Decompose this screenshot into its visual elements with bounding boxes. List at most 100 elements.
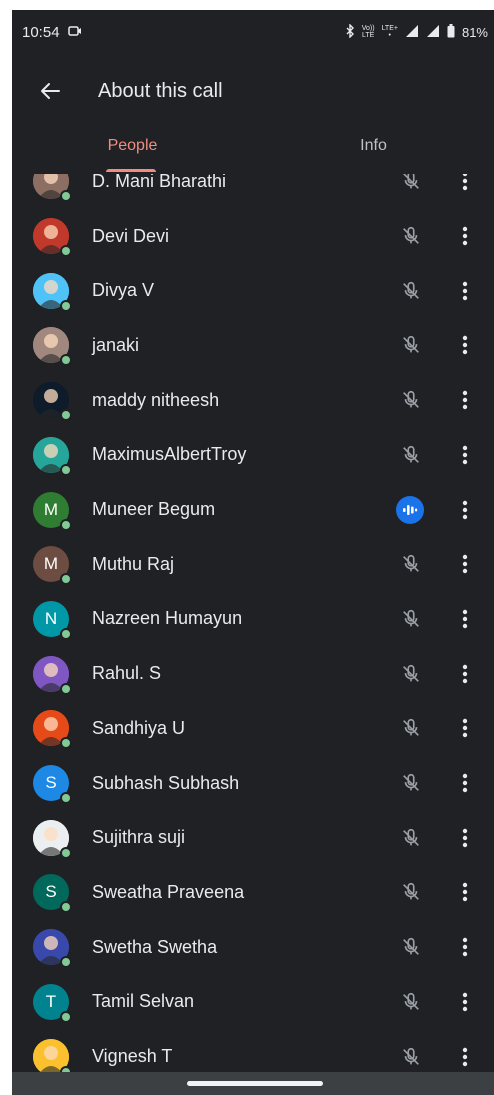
participant-name: Tamil Selvan bbox=[92, 991, 195, 1012]
participant-name: janaki bbox=[92, 334, 140, 355]
presence-dot bbox=[60, 299, 72, 312]
participant-row[interactable]: M Muneer Begum bbox=[12, 482, 494, 537]
more-options-icon[interactable] bbox=[452, 551, 478, 577]
phone-screen: 10:54 Vo)) LTE LTE+ • 81% About this cal… bbox=[12, 10, 494, 1095]
more-options-icon[interactable] bbox=[452, 497, 478, 523]
mic-off-icon bbox=[398, 715, 424, 741]
participant-row[interactable]: S Subhash Subhash bbox=[12, 756, 494, 811]
home-gesture-handle[interactable] bbox=[187, 1081, 323, 1086]
battery-percent: 81% bbox=[461, 24, 488, 40]
avatar-container: M bbox=[33, 491, 72, 531]
avatar-container: N bbox=[33, 600, 72, 640]
volte-top-label: Vo)) bbox=[361, 25, 375, 32]
participant-row[interactable]: D. Mani Bharathi bbox=[12, 174, 494, 209]
more-options-icon[interactable] bbox=[452, 606, 478, 632]
participant-row[interactable]: N Nazreen Humayun bbox=[12, 592, 494, 647]
participant-list[interactable]: D. Mani Bharathi Devi Devi Divya V janaki ma… bbox=[12, 174, 494, 1072]
presence-dot bbox=[60, 901, 72, 914]
volte-indicator: Vo)) LTE bbox=[362, 25, 375, 39]
participant-name: Devi Devi bbox=[92, 225, 170, 246]
presence-dot bbox=[60, 354, 72, 367]
presence-dot bbox=[60, 573, 72, 586]
avatar-container bbox=[33, 272, 72, 312]
participant-row[interactable]: Sujithra suji bbox=[12, 810, 494, 865]
more-options-icon[interactable] bbox=[452, 879, 478, 905]
screen-record-icon bbox=[67, 24, 82, 41]
more-options-icon[interactable] bbox=[452, 715, 478, 741]
participant-row[interactable]: Divya V bbox=[12, 263, 494, 318]
mic-off-icon bbox=[398, 989, 424, 1015]
participant-row[interactable]: T Tamil Selvan bbox=[12, 975, 494, 1030]
avatar-container: M bbox=[33, 546, 72, 586]
presence-dot bbox=[60, 846, 72, 859]
presence-dot bbox=[60, 409, 72, 422]
presence-dot bbox=[60, 737, 72, 750]
participant-name: Sujithra suji bbox=[92, 827, 186, 848]
participant-row[interactable]: maddy nitheesh bbox=[12, 373, 494, 428]
more-options-icon[interactable] bbox=[452, 332, 478, 358]
presence-dot bbox=[60, 245, 72, 258]
more-options-icon[interactable] bbox=[452, 934, 478, 960]
active-tab-indicator bbox=[106, 169, 156, 172]
app-bar: About this call bbox=[12, 54, 494, 128]
status-time: 10:54 bbox=[22, 23, 60, 41]
more-options-icon[interactable] bbox=[452, 1044, 478, 1070]
presence-dot bbox=[60, 682, 72, 695]
presence-dot bbox=[60, 956, 72, 969]
avatar-container bbox=[33, 1038, 72, 1072]
participant-row[interactable]: Swetha Swetha bbox=[12, 920, 494, 975]
avatar-initial: M bbox=[43, 554, 59, 574]
more-options-icon[interactable] bbox=[452, 825, 478, 851]
more-options-icon[interactable] bbox=[452, 989, 478, 1015]
speaking-indicator-icon bbox=[396, 495, 424, 524]
participant-name: Nazreen Humayun bbox=[92, 608, 243, 629]
volte-bottom-label: LTE bbox=[361, 32, 375, 39]
participant-name: Divya V bbox=[92, 280, 155, 301]
participant-name: maddy nitheesh bbox=[92, 389, 220, 410]
mic-off-icon bbox=[398, 606, 424, 632]
participant-name: Muneer Begum bbox=[92, 499, 216, 520]
avatar-container bbox=[33, 929, 72, 969]
participant-name: Muthu Raj bbox=[92, 553, 175, 574]
back-arrow-icon[interactable] bbox=[38, 79, 62, 103]
presence-dot bbox=[60, 627, 72, 640]
participant-row[interactable]: Sandhiya U bbox=[12, 701, 494, 756]
more-options-icon[interactable] bbox=[452, 770, 478, 796]
avatar-container bbox=[33, 710, 72, 750]
mic-off-icon bbox=[398, 661, 424, 687]
participant-name: Sweatha Praveena bbox=[92, 881, 245, 902]
participant-row[interactable]: S Sweatha Praveena bbox=[12, 865, 494, 920]
navigation-bar bbox=[12, 1072, 494, 1095]
tab-people[interactable]: People bbox=[12, 128, 253, 174]
mic-off-icon bbox=[398, 174, 424, 194]
participant-name: Vignesh T bbox=[92, 1046, 173, 1067]
more-options-icon[interactable] bbox=[452, 174, 478, 194]
avatar-container bbox=[33, 174, 72, 203]
mic-off-icon bbox=[398, 825, 424, 851]
more-options-icon[interactable] bbox=[452, 661, 478, 687]
participant-row[interactable]: MaximusAlbertTroy bbox=[12, 428, 494, 483]
participant-row[interactable]: janaki bbox=[12, 318, 494, 373]
avatar-initial: M bbox=[43, 499, 59, 519]
presence-dot bbox=[60, 190, 72, 203]
participant-row[interactable]: M Muthu Raj bbox=[12, 537, 494, 592]
participant-name: Sandhiya U bbox=[92, 717, 186, 738]
mic-off-icon bbox=[398, 1044, 424, 1070]
mic-off-icon bbox=[398, 387, 424, 413]
signal-icon-1 bbox=[405, 24, 419, 41]
more-options-icon[interactable] bbox=[452, 387, 478, 413]
participant-row[interactable]: Devi Devi bbox=[12, 209, 494, 264]
avatar-initial: T bbox=[45, 991, 57, 1011]
participant-name: D. Mani Bharathi bbox=[92, 174, 227, 191]
participant-row[interactable]: Rahul. S bbox=[12, 646, 494, 701]
mic-off-icon bbox=[398, 278, 424, 304]
mic-off-icon bbox=[398, 934, 424, 960]
participant-name: Subhash Subhash bbox=[92, 772, 240, 793]
presence-dot bbox=[60, 1010, 72, 1023]
tab-info[interactable]: Info bbox=[253, 128, 494, 174]
more-options-icon[interactable] bbox=[452, 278, 478, 304]
more-options-icon[interactable] bbox=[452, 223, 478, 249]
battery-icon bbox=[447, 23, 455, 41]
more-options-icon[interactable] bbox=[452, 442, 478, 468]
participant-row[interactable]: Vignesh T bbox=[12, 1029, 494, 1072]
